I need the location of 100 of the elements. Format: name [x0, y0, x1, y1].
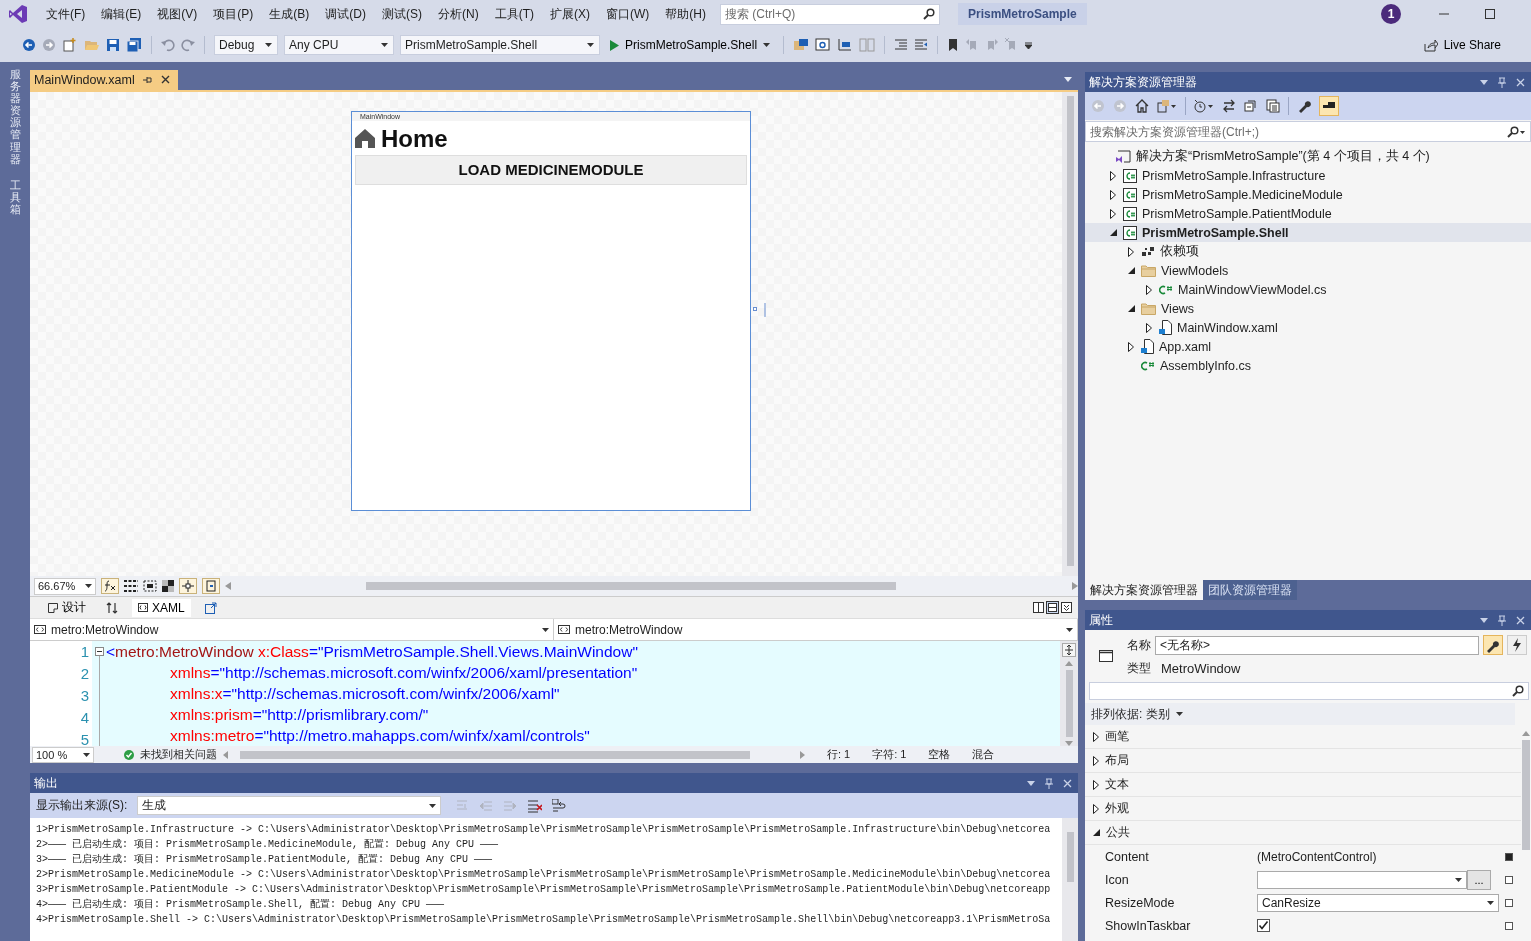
- property-category[interactable]: 文本: [1105, 776, 1129, 793]
- indent-icon[interactable]: [894, 38, 909, 52]
- side-tab[interactable]: 工具箱: [9, 178, 21, 216]
- collapsed-arrow-icon[interactable]: [1110, 208, 1116, 219]
- tree-item[interactable]: PrismMetroSample.Infrastructure: [1085, 166, 1531, 185]
- new-item-icon[interactable]: [62, 38, 78, 52]
- sync-icon[interactable]: [1222, 99, 1236, 113]
- collapsed-arrow-icon[interactable]: [1146, 284, 1152, 295]
- collapsed-arrow-icon[interactable]: [1146, 322, 1152, 333]
- collapse-all-icon[interactable]: [1244, 99, 1258, 113]
- save-all-icon[interactable]: [126, 38, 142, 52]
- dropdown-arrow-icon[interactable]: [1480, 79, 1488, 85]
- property-field[interactable]: [1257, 870, 1467, 889]
- tree-item[interactable]: Views: [1085, 299, 1531, 318]
- close-icon[interactable]: [160, 75, 170, 85]
- zoom-dropdown[interactable]: 100 %: [32, 746, 94, 763]
- browser-icon[interactable]: [793, 38, 810, 52]
- wrench-icon[interactable]: [1297, 99, 1311, 113]
- tree-item[interactable]: PrismMetroSample.Shell: [1085, 223, 1531, 242]
- menu-item[interactable]: 窗口(W): [598, 5, 658, 23]
- home-icon[interactable]: [1135, 99, 1149, 113]
- document-tab[interactable]: MainWindow.xaml: [30, 70, 178, 90]
- split-horizontal-icon[interactable]: [1046, 601, 1059, 615]
- pin-icon[interactable]: [142, 74, 153, 85]
- expanded-arrow-icon[interactable]: [1127, 305, 1135, 312]
- line-endings[interactable]: 混合: [972, 747, 995, 762]
- tree-item[interactable]: 解决方案“PrismMetroSample”(第 4 个项目，共 4 个): [1085, 147, 1531, 166]
- split-vertical-icon[interactable]: [1033, 602, 1044, 614]
- property-category[interactable]: 画笔: [1105, 728, 1129, 745]
- collapsed-arrow-icon[interactable]: [1093, 803, 1099, 814]
- pending-changes-icon[interactable]: [1194, 99, 1214, 113]
- property-dropdown[interactable]: CanResize: [1257, 893, 1499, 912]
- view-tab[interactable]: 设计: [42, 597, 92, 619]
- menu-item[interactable]: 调试(D): [317, 5, 374, 23]
- dropdown-arrow-icon[interactable]: [1027, 780, 1035, 786]
- property-category[interactable]: 公共: [1106, 824, 1130, 841]
- menu-item[interactable]: 生成(B): [261, 5, 318, 23]
- dropdown-arrow-icon[interactable]: [1480, 617, 1488, 623]
- expanded-arrow-icon[interactable]: [1093, 829, 1100, 836]
- panel-tab[interactable]: 团队资源管理器: [1203, 580, 1297, 600]
- expanded-arrow-icon[interactable]: [1109, 229, 1117, 236]
- back-icon[interactable]: [22, 38, 36, 52]
- pin-icon[interactable]: [1498, 614, 1506, 626]
- checkbox[interactable]: [1257, 919, 1270, 932]
- tree-item[interactable]: 依赖项: [1085, 242, 1531, 261]
- device-icon[interactable]: [202, 578, 220, 595]
- overflow-icon[interactable]: [1025, 41, 1033, 49]
- tree-item[interactable]: MainWindowViewModel.cs: [1085, 280, 1531, 299]
- expanded-arrow-icon[interactable]: [1127, 267, 1135, 274]
- default-value-marker-icon[interactable]: [1505, 921, 1513, 930]
- window-icon[interactable]: [815, 38, 832, 52]
- grid-icon[interactable]: [124, 580, 138, 593]
- menu-item[interactable]: 视图(V): [149, 5, 206, 23]
- collapsed-arrow-icon[interactable]: [1128, 341, 1134, 352]
- menu-item[interactable]: 文件(F): [38, 5, 94, 23]
- swap-panes-icon[interactable]: [106, 601, 118, 614]
- menu-item[interactable]: 工具(T): [486, 5, 542, 23]
- events-icon[interactable]: [1507, 635, 1527, 655]
- sort-dropdown[interactable]: 排列依据: 类别: [1085, 703, 1515, 725]
- collapse-pane-icon[interactable]: [1061, 602, 1072, 614]
- menu-item[interactable]: 测试(S): [374, 5, 430, 23]
- collapsed-arrow-icon[interactable]: [1110, 170, 1116, 181]
- navigation-dropdown[interactable]: metro:MetroWindow: [554, 619, 1078, 641]
- tree-item[interactable]: MainWindow.xaml: [1085, 318, 1531, 337]
- issues-status[interactable]: 未找到相关问题: [140, 747, 217, 762]
- property-category[interactable]: 布局: [1105, 752, 1129, 769]
- vertical-scrollbar[interactable]: [1062, 91, 1078, 577]
- tree-item[interactable]: PrismMetroSample.MedicineModule: [1085, 185, 1531, 204]
- scroll-up-icon[interactable]: [1522, 731, 1530, 736]
- name-field[interactable]: <无名称>: [1155, 635, 1479, 655]
- panel-tab[interactable]: 解决方案资源管理器: [1085, 580, 1203, 600]
- menu-item[interactable]: 项目(P): [205, 5, 262, 23]
- bookmark-icon[interactable]: [947, 38, 960, 52]
- menu-item[interactable]: 帮助(H): [657, 5, 714, 23]
- side-tab[interactable]: 服务器资源管理器: [9, 68, 21, 165]
- property-category[interactable]: 外观: [1105, 800, 1129, 817]
- zoom-dropdown[interactable]: 66.67%: [34, 577, 96, 595]
- pin-icon[interactable]: [1498, 76, 1506, 88]
- maximize-icon[interactable]: [1485, 9, 1495, 19]
- tree-item[interactable]: PrismMetroSample.PatientModule: [1085, 204, 1531, 223]
- word-wrap-icon[interactable]: [552, 798, 568, 813]
- local-value-marker-icon[interactable]: [1505, 852, 1513, 861]
- properties-icon[interactable]: [1483, 635, 1503, 655]
- preview-toggle-icon[interactable]: [1319, 96, 1339, 116]
- collapse-icon[interactable]: [94, 647, 104, 657]
- tree-item[interactable]: AssemblyInfo.cs: [1085, 356, 1531, 375]
- property-search-field[interactable]: [1089, 682, 1529, 700]
- tree-item[interactable]: App.xaml: [1085, 337, 1531, 356]
- load-module-button[interactable]: LOAD MEDICINEMODULE: [355, 154, 747, 185]
- default-value-marker-icon[interactable]: [1505, 898, 1513, 907]
- vertical-scrollbar[interactable]: [1065, 670, 1073, 738]
- default-value-marker-icon[interactable]: [1505, 875, 1513, 884]
- save-icon[interactable]: [106, 38, 120, 52]
- search-field[interactable]: 搜索解决方案资源管理器(Ctrl+;): [1085, 121, 1531, 142]
- menu-item[interactable]: 编辑(E): [93, 5, 150, 23]
- search-field[interactable]: 搜索 (Ctrl+Q): [720, 3, 940, 25]
- collapsed-arrow-icon[interactable]: [1093, 731, 1099, 742]
- menu-item[interactable]: 分析(N): [430, 5, 487, 23]
- tree-item[interactable]: ViewModels: [1085, 261, 1531, 280]
- platform-dropdown[interactable]: Any CPU: [284, 35, 394, 55]
